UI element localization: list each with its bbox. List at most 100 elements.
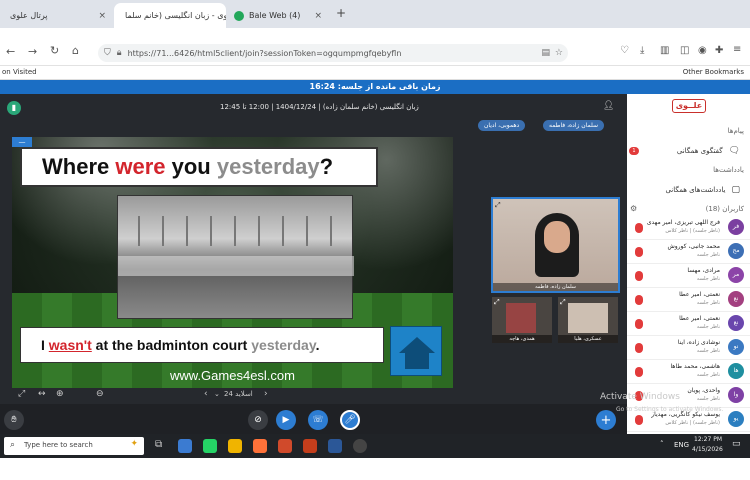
camera-button[interactable]: ▶ [276, 410, 296, 430]
zoom-in-icon[interactable]: ⊕ [56, 389, 64, 399]
gear-icon[interactable]: ⚙ [630, 204, 637, 213]
user-name: واحدی، پویان [687, 387, 720, 394]
chevron-down-icon[interactable]: ⌄ [214, 390, 220, 398]
zoom-out-icon[interactable]: ⊖ [96, 389, 104, 399]
search-icon: ⌕ [10, 440, 16, 450]
notes-heading: یادداشت‌ها [713, 166, 744, 174]
expand-video-icon[interactable]: ⤢ [560, 298, 566, 307]
new-tab-button[interactable]: + [336, 6, 346, 20]
answer-time: yesterday [251, 337, 316, 353]
shield-icon: ⛉ [104, 48, 111, 58]
taskbar-search-box[interactable]: ⌕ Type here to search ✦ [4, 437, 144, 455]
avatar: مر [728, 267, 744, 283]
back-icon[interactable]: ← [6, 45, 15, 58]
student-video-tile-2[interactable]: ⤢ عسکری، هلیا [558, 297, 618, 343]
public-chat-item[interactable]: 🗨︎ گفتگوی همگانی [677, 146, 740, 156]
fit-width-icon[interactable]: ↔ [38, 389, 46, 399]
fullscreen-icon[interactable]: ⤢ [18, 389, 25, 399]
toolbar-spacer [0, 28, 750, 40]
tab-portal-label: پرتال علوی [10, 11, 48, 20]
participants-icon[interactable]: 👤︎ [603, 101, 614, 111]
chat-icon: 🗨︎ [728, 146, 740, 156]
user-list-item[interactable]: مر مرادی، مهسا ناظر جلسه [627, 264, 750, 288]
bottom-blank [0, 458, 750, 480]
prev-slide-icon[interactable]: ‹ [204, 389, 208, 399]
bookmark-most-visited[interactable]: on Visited [2, 68, 37, 76]
class-title: زبان انگلیسی (خانم سلمان زاده) | 1404/12… [220, 103, 419, 111]
lock-icon: 🔒︎ [116, 48, 122, 58]
chip-second[interactable]: دهموبی، ادیان [478, 120, 526, 131]
mic-button[interactable]: 🎤︎ [340, 410, 360, 430]
user-list-item[interactable]: نع نعمتی، امیر عطا ناظر جلسه [627, 312, 750, 336]
whatsapp-icon[interactable] [203, 439, 217, 453]
tab-class-label: علوی - زبان انگلیسی (خانم سلما... [125, 11, 226, 20]
chrome-icon[interactable] [178, 439, 192, 453]
file-explorer-icon[interactable] [228, 439, 242, 453]
windows-watermark-title: Activate Windows [600, 392, 680, 402]
star-icon[interactable]: ☆ [555, 48, 563, 58]
avatar: نع [728, 291, 744, 307]
clock-date[interactable]: 4/15/2026 [692, 446, 723, 453]
user-name: نوشادی زاده، اینا [677, 339, 720, 346]
tray-chevron-icon[interactable]: ˄ [660, 440, 664, 448]
user-list-item[interactable]: ها هاشمی، محمد طاها ناظر جلسه [627, 360, 750, 384]
avatar: یو [728, 411, 744, 427]
user-list-item[interactable]: مح محمد جانبی، کوروش ناظر جلسه [627, 240, 750, 264]
firefox-icon[interactable] [253, 439, 267, 453]
presenter-video[interactable]: ⤢ سلمان زاده، فاطمه [491, 197, 620, 293]
user-list-item[interactable]: فر فرج اللهی تبریزی، امیر مهدی (ناظر جلسه)… [627, 216, 750, 240]
bookmark-other[interactable]: Other Bookmarks [683, 68, 744, 76]
user-list-item[interactable]: نع نعمتی، امیر عطا ناظر جلسه [627, 288, 750, 312]
notification-icon[interactable]: ▭ [732, 439, 741, 449]
brand-logo: علــوی [672, 99, 706, 113]
powerpoint-icon[interactable] [278, 439, 292, 453]
pdf-icon[interactable] [303, 439, 317, 453]
task-view-icon[interactable]: ⧉ [155, 439, 169, 453]
phone-button[interactable]: ☏ [308, 410, 328, 430]
media-player-icon[interactable] [353, 439, 367, 453]
expand-video-icon[interactable]: ⤢ [495, 201, 501, 210]
sparkle-icon: ✦ [130, 439, 138, 449]
tab-portal[interactable]: پرتال علوی × [4, 3, 112, 28]
next-slide-icon[interactable]: › [264, 389, 268, 399]
answer-word: at the badminton court [91, 337, 252, 353]
reader-icon[interactable]: ▤ [541, 48, 550, 58]
slide-number[interactable]: اسلاید 24 [224, 390, 253, 398]
expand-video-icon[interactable]: ⤢ [494, 298, 500, 307]
close-icon[interactable]: × [98, 11, 106, 21]
windows-taskbar: ⊞ ⌕ Type here to search ✦ ⧉ ˄ ENG 12:27 … [0, 434, 750, 458]
pocket-icon[interactable]: ♡ [620, 45, 629, 56]
tab-bale[interactable]: Bale Web (4) × [228, 3, 328, 28]
avatar: ها [728, 363, 744, 379]
shared-notes-item[interactable]: ▢ یادداشت‌های همگانی [665, 185, 740, 195]
language-indicator[interactable]: ENG [674, 441, 689, 449]
shared-notes-label: یادداشت‌های همگانی [665, 186, 726, 194]
extension-icon[interactable]: ✚ [715, 45, 723, 56]
add-button[interactable]: + [596, 410, 616, 430]
close-icon[interactable]: × [314, 11, 322, 21]
user-list-item[interactable]: نو نوشادی زاده، اینا ناظر جلسه [627, 336, 750, 360]
minimize-slide-icon[interactable]: — [12, 137, 32, 147]
url-field[interactable]: ⛉ 🔒︎ https://71...6426/html5client/join?… [98, 44, 568, 62]
stats-icon[interactable]: ▮ [7, 101, 21, 115]
library-icon[interactable]: ▥ [660, 45, 669, 56]
menu-icon[interactable]: ≡ [733, 44, 741, 55]
presenter-face [544, 221, 570, 253]
download-icon[interactable]: ⤓ [640, 45, 644, 56]
avatar: نع [728, 315, 744, 331]
tab-class[interactable]: علوی - زبان انگلیسی (خانم سلما... × [114, 3, 226, 28]
user-name: محمد جانبی، کوروش [667, 243, 720, 250]
hand-raise-button[interactable]: ✋︎ [4, 410, 24, 430]
tile-bg [568, 303, 608, 333]
screenshare-off-button[interactable]: ⊘ [248, 410, 268, 430]
chip-presenter[interactable]: سلمان زاده، فاطمه [543, 120, 605, 131]
student-video-tile-1[interactable]: ⤢ همدی، هاچه [492, 297, 552, 343]
forward-icon[interactable]: → [28, 45, 37, 58]
word-icon[interactable] [328, 439, 342, 453]
clock-time[interactable]: 12:27 PM [694, 436, 722, 443]
sidebar-icon[interactable]: ◫ [680, 45, 689, 56]
home-icon[interactable]: ⌂ [72, 44, 79, 57]
reload-icon[interactable]: ↻ [50, 44, 59, 57]
question-verb: were [115, 154, 166, 179]
account-icon[interactable]: ◉ [698, 45, 707, 56]
